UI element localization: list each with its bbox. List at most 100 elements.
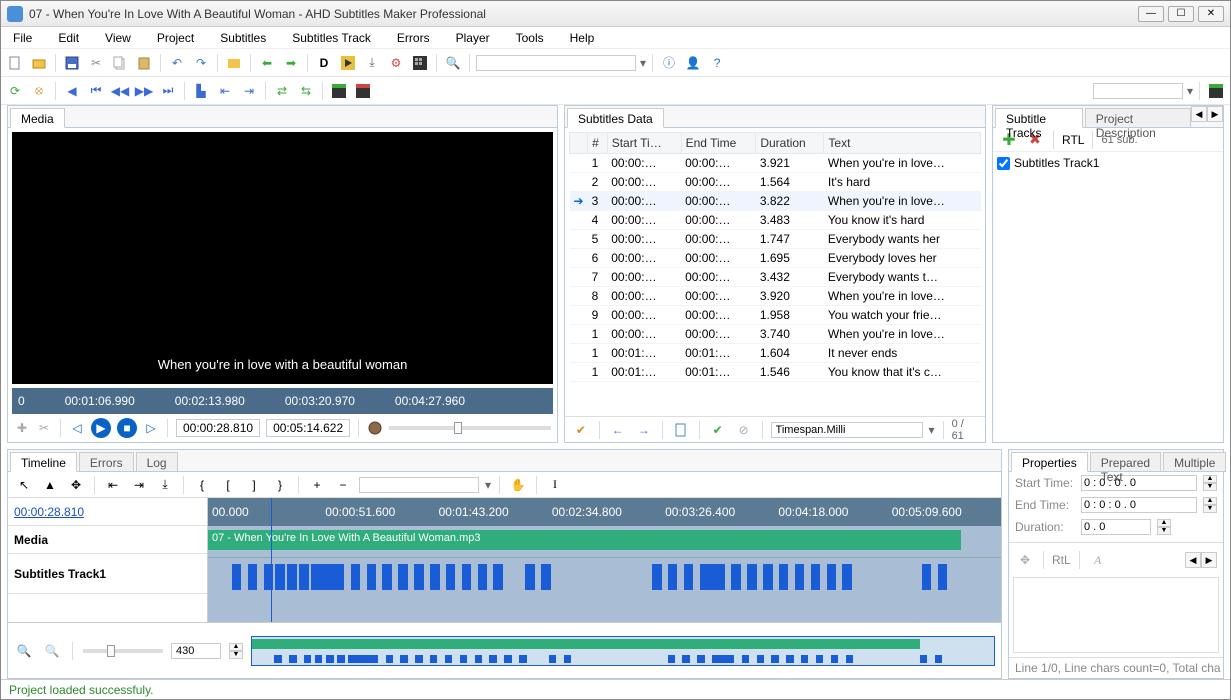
subtitles-data-tab[interactable]: Subtitles Data — [567, 108, 664, 128]
table-row[interactable]: 900:00:…00:00:…1.958You watch your frie… — [570, 306, 981, 325]
clapper-icon[interactable] — [329, 81, 349, 101]
help-icon[interactable]: ? — [707, 53, 727, 73]
grid-icon[interactable] — [410, 53, 430, 73]
subtitle-block[interactable] — [779, 564, 789, 590]
download-icon[interactable]: ⤓ — [362, 53, 382, 73]
media-tab[interactable]: Media — [10, 108, 65, 128]
menu-subtitles[interactable]: Subtitles — [214, 29, 272, 47]
tab-subtitle-tracks[interactable]: Subtitle Tracks — [995, 108, 1083, 128]
move-prop-icon[interactable]: ✥ — [1015, 550, 1035, 570]
playhead[interactable] — [271, 498, 272, 622]
subtitle-block[interactable] — [716, 564, 726, 590]
dur-spin-down[interactable]: ▼ — [1157, 527, 1171, 535]
tab-errors[interactable]: Errors — [79, 452, 134, 472]
subtitle-block[interactable] — [493, 564, 503, 590]
subtitle-block[interactable] — [335, 564, 345, 590]
redo-icon[interactable]: ↷ — [191, 53, 211, 73]
text-cursor-icon[interactable]: I — [545, 475, 565, 495]
minus-icon[interactable]: − — [333, 475, 353, 495]
swap2-icon[interactable]: ⇆ — [296, 81, 316, 101]
subtitle-block[interactable] — [525, 564, 535, 590]
subtitles-table-wrap[interactable]: #Start Ti…End TimeDurationText 100:00:…0… — [569, 132, 981, 412]
export-icon[interactable]: ➡ — [281, 53, 301, 73]
dropdown-icon[interactable]: ▾ — [640, 56, 646, 70]
subtitle-block[interactable] — [414, 564, 424, 590]
subtitle-block[interactable] — [351, 564, 361, 590]
open-icon[interactable] — [29, 53, 49, 73]
table-row[interactable]: 800:00:…00:00:…3.920When you're in love… — [570, 287, 981, 306]
play-button[interactable]: ▶ — [91, 418, 111, 438]
menu-edit[interactable]: Edit — [52, 29, 85, 47]
gear-icon[interactable]: ⚙ — [386, 53, 406, 73]
player-icon[interactable] — [338, 53, 358, 73]
maximize-button[interactable]: ☐ — [1168, 6, 1194, 22]
start-time-input[interactable]: 0 : 0 : 0 . 0 — [1081, 475, 1197, 491]
paste-icon[interactable] — [134, 53, 154, 73]
subtitle-block[interactable] — [731, 564, 741, 590]
folder-icon[interactable] — [224, 53, 244, 73]
media-ruler[interactable]: 000:01:06.99000:02:13.98000:03:20.97000:… — [12, 388, 553, 414]
bracket-l-icon[interactable]: [ — [218, 475, 238, 495]
table-row[interactable]: 100:00:…00:00:…3.740When you're in love… — [570, 325, 981, 344]
end-spin-up[interactable]: ▲ — [1203, 497, 1217, 505]
bracket-r-icon[interactable]: ] — [244, 475, 264, 495]
zoom-spin-down[interactable]: ▼ — [229, 651, 243, 659]
timeline-canvas[interactable]: 00.00000:00:51.60000:01:43.20000:02:34.8… — [208, 498, 1001, 622]
refresh-icon[interactable]: ⟳ — [5, 81, 25, 101]
text-editor[interactable] — [1013, 577, 1219, 653]
timeline-combo[interactable] — [359, 477, 479, 493]
table-row[interactable]: ➔300:00:…00:00:…3.822When you're in love… — [570, 192, 981, 211]
move-tool-icon[interactable]: ✥ — [66, 475, 86, 495]
subtitle-block[interactable] — [842, 564, 852, 590]
apply-icon[interactable]: ✔ — [708, 420, 728, 440]
table-row[interactable]: 700:00:…00:00:…3.432Everybody wants t… — [570, 268, 981, 287]
prop-rtl-toggle[interactable]: RtL — [1052, 553, 1071, 567]
subtitle-block[interactable] — [668, 564, 678, 590]
tab-log[interactable]: Log — [136, 452, 178, 472]
tab-project-description[interactable]: Project Description — [1085, 108, 1191, 128]
menu-help[interactable]: Help — [564, 29, 601, 47]
swap-icon[interactable]: ⇄ — [272, 81, 292, 101]
media-clip[interactable]: 07 - When You're In Love With A Beautifu… — [208, 530, 961, 550]
end-spin-down[interactable]: ▼ — [1203, 505, 1217, 513]
zoom-spin-up[interactable]: ▲ — [229, 643, 243, 651]
table-row[interactable]: 100:01:…00:01:…1.546You know that it's c… — [570, 363, 981, 382]
start-spin-up[interactable]: ▲ — [1203, 475, 1217, 483]
subtitle-block[interactable] — [922, 564, 932, 590]
cursor-tool-icon[interactable]: ↖ — [14, 475, 34, 495]
tab-timeline[interactable]: Timeline — [10, 452, 77, 472]
subtitle-block[interactable] — [446, 564, 456, 590]
subtitle-block[interactable] — [795, 564, 805, 590]
stop-button[interactable]: ■ — [117, 418, 137, 438]
step-fwd-icon[interactable]: ▶▶ — [134, 81, 154, 101]
combo-input[interactable] — [1093, 83, 1183, 99]
subtitle-block[interactable] — [747, 564, 757, 590]
column-header[interactable]: End Time — [681, 133, 756, 154]
column-header[interactable]: Text — [824, 133, 981, 154]
media-viewer[interactable]: When you're in love with a beautiful wom… — [12, 132, 553, 384]
subtitle-block[interactable] — [287, 564, 297, 590]
subtitle-block[interactable] — [248, 564, 258, 590]
tab-scroll-left-icon[interactable]: ◀ — [1191, 106, 1207, 122]
menu-errors[interactable]: Errors — [391, 29, 436, 47]
subtitle-block[interactable] — [398, 564, 408, 590]
new-icon[interactable] — [5, 53, 25, 73]
select-tool-icon[interactable]: ▲ — [40, 475, 60, 495]
next-sub-icon[interactable]: → — [634, 420, 654, 440]
subtitle-block[interactable] — [275, 564, 285, 590]
undo-icon[interactable]: ↶ — [167, 53, 187, 73]
subtitle-block[interactable] — [541, 564, 551, 590]
subtitle-block[interactable] — [478, 564, 488, 590]
table-row[interactable]: 600:00:…00:00:…1.695Everybody loves her — [570, 249, 981, 268]
subtitle-block[interactable] — [382, 564, 392, 590]
end-time-input[interactable]: 0 : 0 : 0 . 0 — [1081, 497, 1197, 513]
track-item[interactable]: Subtitles Track1 — [997, 156, 1219, 170]
subtitle-block[interactable] — [430, 564, 440, 590]
subtitle-block[interactable] — [232, 564, 242, 590]
format-dropdown-icon[interactable]: ▾ — [929, 423, 935, 437]
column-header[interactable]: Duration — [756, 133, 824, 154]
menu-file[interactable]: File — [7, 29, 38, 47]
subtitle-block[interactable] — [462, 564, 472, 590]
search-icon[interactable]: 🔍 — [443, 53, 463, 73]
prev-sub-icon[interactable]: ← — [608, 420, 628, 440]
